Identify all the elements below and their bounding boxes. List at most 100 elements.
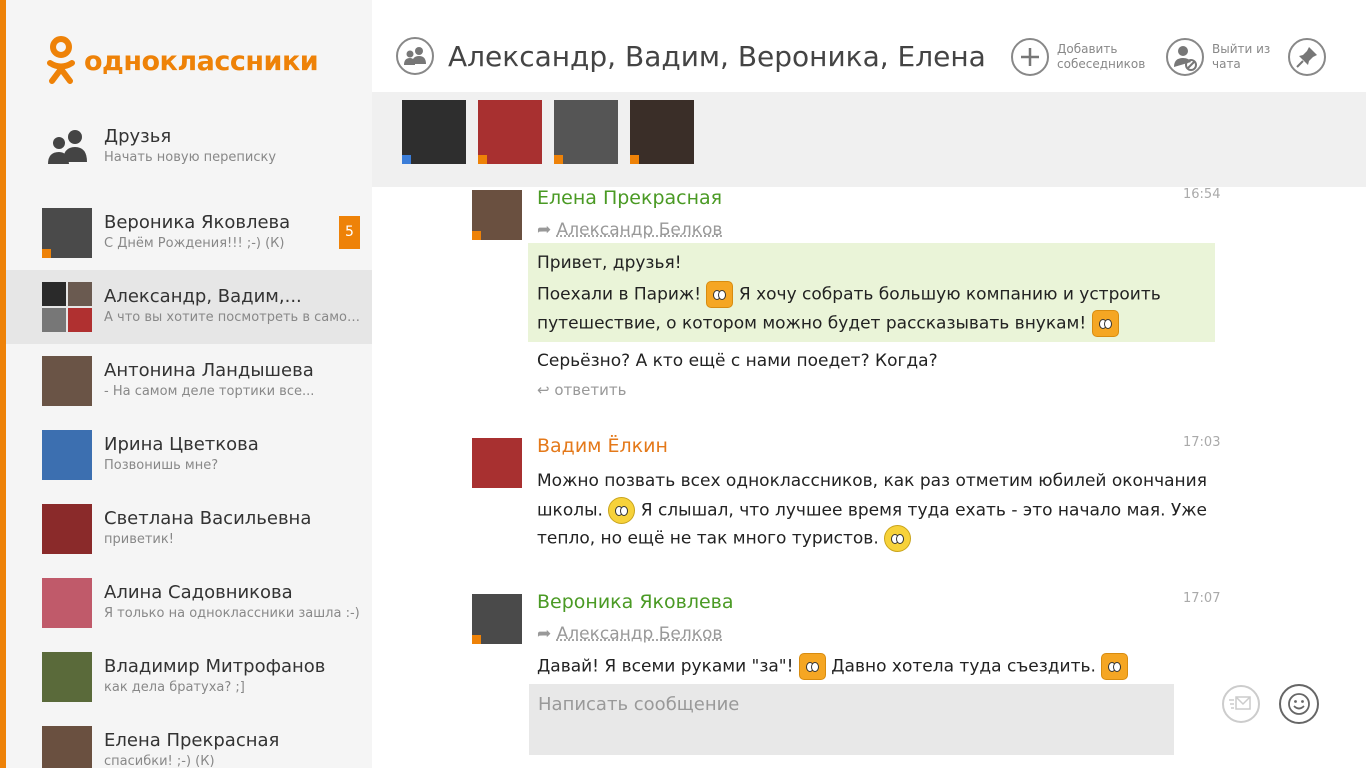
message-text: Давно хотела туда съездить. (831, 656, 1096, 677)
tongue-emoji-icon (798, 653, 826, 680)
people-icon (48, 130, 87, 164)
message-text: школы. (537, 500, 603, 521)
message-text: Можно позвать всех одноклассников, как р… (537, 471, 1207, 491)
conversation-name: Вероника Яковлева (104, 212, 291, 233)
message-avatar[interactable] (472, 438, 522, 488)
status-indicator (630, 155, 639, 164)
add-participants-label: Добавить собеседников (1057, 42, 1146, 71)
emoji-picker-button[interactable] (1279, 684, 1319, 724)
chat-title: Александр, Вадим, Вероника, Елена (448, 40, 986, 73)
message-time: 17:03 (1183, 435, 1221, 450)
logo-icon (47, 36, 75, 84)
conversation-list: Вероника Яковлева С Днём Рождения!!! ;-)… (6, 196, 372, 768)
conversation-preview: - На самом деле тортики все... (104, 384, 315, 399)
conversation-item[interactable]: Ирина Цветкова Позвонишь мне? (6, 418, 372, 492)
conversation-preview: спасибки! ;-) (К) (104, 754, 215, 768)
conversation-name: Александр, Вадим,... (104, 286, 302, 307)
participant-avatar[interactable] (554, 100, 618, 164)
chat-header: Александр, Вадим, Вероника, Елена Добави… (372, 0, 1366, 92)
message-author[interactable]: Елена Прекрасная (537, 187, 722, 209)
messages-area: Елена Прекрасная 16:54 ➦ Александр Белко… (372, 187, 1366, 768)
plus-icon (1011, 38, 1049, 76)
message-text-line: школы. Я слышал, что лучшее время туда е… (537, 497, 1207, 524)
message-text: тепло, но ещё не так много туристов. (537, 528, 879, 549)
message-composer (529, 684, 1174, 755)
conversation-preview: приветик! (104, 532, 174, 547)
message-time: 17:07 (1183, 591, 1221, 606)
logo: одноклассники (46, 36, 319, 86)
message-text: Серьёзно? А кто ещё с нами поедет? Когда… (537, 351, 938, 371)
conversation-preview: А что вы хотите посмотреть в самом... (104, 310, 364, 325)
wink-emoji-icon (706, 281, 734, 308)
conversation-item[interactable]: Антонина Ландышева - На самом деле торти… (6, 344, 372, 418)
forward-icon: ➦ (537, 624, 552, 644)
message-text: Я хочу собрать большую компанию и устрои… (738, 284, 1161, 305)
group-chat-icon (396, 37, 434, 75)
conversation-item[interactable]: Светлана Васильевна приветик! (6, 492, 372, 566)
conversation-name: Светлана Васильевна (104, 508, 312, 529)
message-text: Привет, друзья! (537, 253, 682, 273)
smiley-icon (1288, 693, 1310, 715)
message-text: Давай! Я всеми руками "за"! (537, 656, 794, 677)
message-text: Я слышал, что лучшее время туда ехать - … (640, 500, 1208, 521)
status-indicator (472, 635, 481, 644)
smile-emoji-icon (1091, 310, 1119, 337)
avatar (42, 504, 92, 554)
leave-chat-button[interactable]: Выйти из чата (1166, 36, 1282, 78)
forwarded-from: ➦ Александр Белков (537, 624, 722, 644)
message-avatar[interactable] (472, 594, 522, 644)
leave-chat-label: Выйти из чата (1212, 42, 1271, 71)
conversation-name: Елена Прекрасная (104, 730, 280, 751)
leave-user-icon (1166, 38, 1204, 76)
conversation-name: Владимир Митрофанов (104, 656, 326, 677)
status-indicator (472, 231, 481, 240)
forwarded-from: ➦ Александр Белков (537, 220, 722, 240)
conversation-preview: Позвонишь мне? (104, 458, 219, 473)
conversation-item-active[interactable]: Александр, Вадим,... А что вы хотите пос… (6, 270, 372, 344)
forwarded-author-link[interactable]: Александр Белков (557, 220, 723, 240)
message-text-line: путешествие, о котором можно будет расск… (537, 310, 1119, 337)
conversation-preview: как дела братуха? ;] (104, 680, 245, 695)
participant-avatar[interactable] (402, 100, 466, 164)
reply-link[interactable]: ↩ ответить (537, 381, 626, 399)
message-avatar[interactable] (472, 190, 522, 240)
pin-icon (1288, 38, 1326, 76)
conversation-preview: С Днём Рождения!!! ;-) (К) (104, 236, 285, 251)
conversation-item[interactable]: Владимир Митрофанов как дела братуха? ;] (6, 640, 372, 714)
group-avatar (42, 282, 92, 332)
forwarded-author-link[interactable]: Александр Белков (557, 624, 723, 644)
sidebar: одноклассники Друзья Начать новую перепи… (6, 0, 372, 768)
conversation-item[interactable]: Елена Прекрасная спасибки! ;-) (К) (6, 714, 372, 768)
message-author[interactable]: Вероника Яковлева (537, 591, 734, 613)
status-indicator (554, 155, 563, 164)
conversation-item[interactable]: Вероника Яковлева С Днём Рождения!!! ;-)… (6, 196, 372, 270)
message-text-line: Давай! Я всеми руками "за"! Давно хотела… (537, 653, 1129, 680)
logo-text: одноклассники (84, 45, 319, 77)
avatar (42, 430, 92, 480)
message-input[interactable] (529, 684, 1174, 724)
message-text: Поехали в Париж! (537, 284, 702, 305)
participant-avatar[interactable] (478, 100, 542, 164)
wink-emoji-icon (884, 525, 912, 552)
pin-button[interactable] (1288, 36, 1326, 78)
message-text-line: тепло, но ещё не так много туристов. (537, 525, 912, 552)
message-time: 16:54 (1183, 187, 1221, 202)
thinking-emoji-icon (608, 497, 636, 524)
happy-emoji-icon (1101, 653, 1129, 680)
friends-title: Друзья (104, 126, 172, 147)
status-indicator (402, 155, 411, 164)
message-text: путешествие, о котором можно будет расск… (537, 313, 1087, 334)
participant-avatar[interactable] (630, 100, 694, 164)
add-participants-button[interactable]: Добавить собеседников (1011, 36, 1153, 78)
reply-label: ответить (554, 381, 627, 399)
send-button[interactable] (1222, 685, 1260, 723)
conversation-item[interactable]: Алина Садовникова Я только на одноклассн… (6, 566, 372, 640)
status-indicator (478, 155, 487, 164)
reply-icon: ↩ (537, 381, 550, 399)
conversation-name: Ирина Цветкова (104, 434, 259, 455)
conversation-preview: Я только на одноклассники зашла :-) (104, 606, 360, 621)
friends-new-conversation[interactable]: Друзья Начать новую переписку (6, 120, 372, 186)
message-author[interactable]: Вадим Ёлкин (537, 435, 668, 457)
friends-subtitle: Начать новую переписку (104, 150, 277, 165)
unread-badge: 5 (339, 216, 360, 249)
